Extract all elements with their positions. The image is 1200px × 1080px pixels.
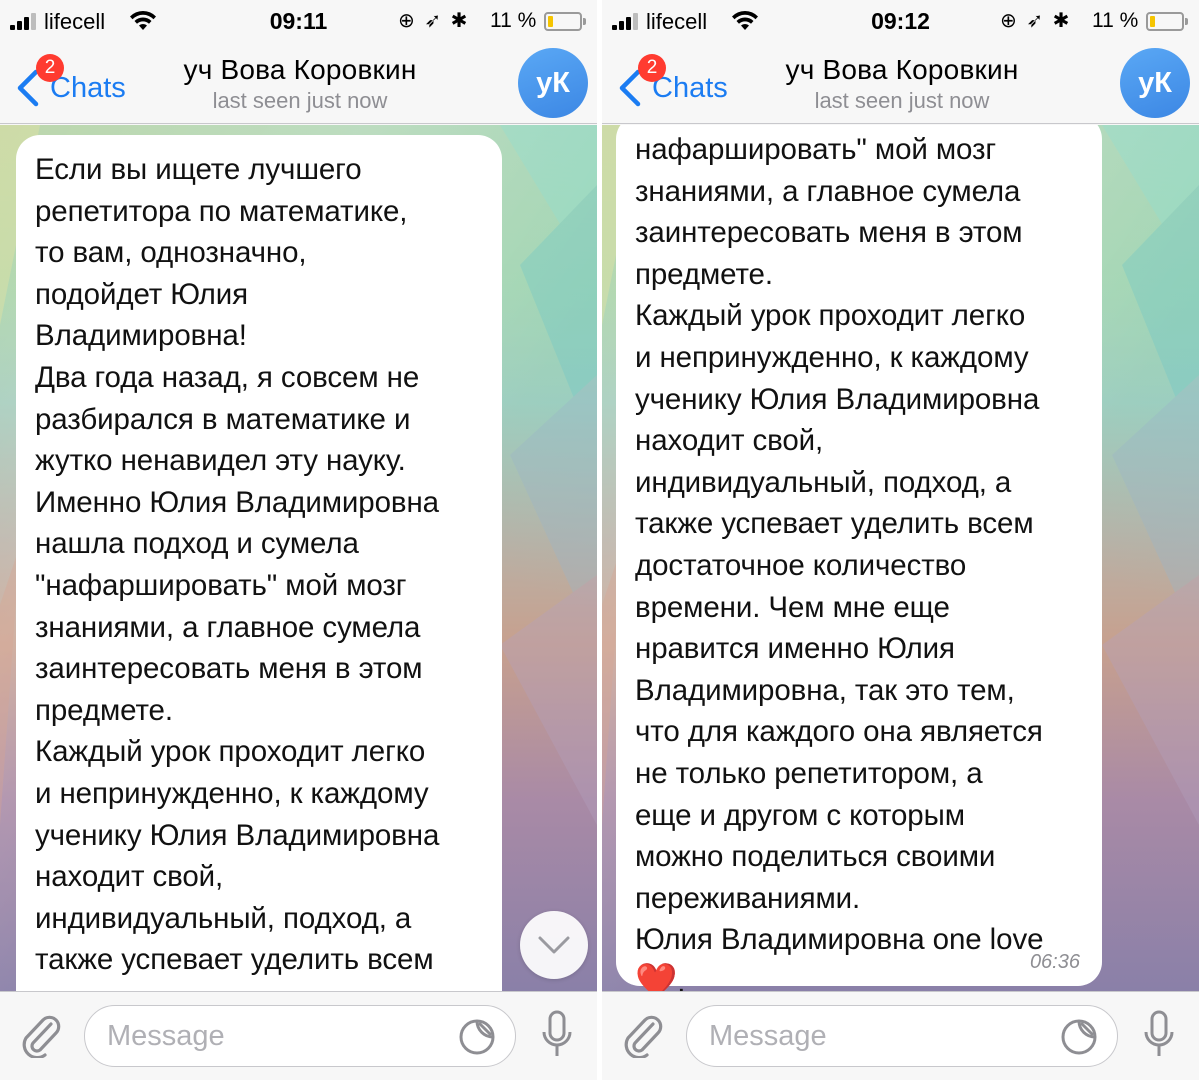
message-text: нафаршировать" мой мозг знаниями, а главн… bbox=[635, 129, 1084, 961]
message-line: не только репетитором, а bbox=[635, 756, 983, 790]
paperclip-icon[interactable] bbox=[620, 1012, 664, 1058]
message-line: знаниями, а главное сумела bbox=[635, 174, 1021, 208]
message-line: времени. Чем мне еще bbox=[635, 590, 950, 624]
last-seen-status: last seen just now bbox=[212, 88, 388, 113]
unread-badge: 2 bbox=[36, 54, 64, 82]
message-line: знаниями, а главное сумела bbox=[35, 610, 421, 644]
scroll-to-bottom-button[interactable] bbox=[520, 911, 588, 979]
message-line: нашла подход и сумела bbox=[35, 527, 359, 561]
chevron-down-icon bbox=[538, 936, 570, 954]
avatar[interactable]: уК bbox=[518, 48, 588, 118]
battery-icon bbox=[1146, 12, 1188, 31]
message-line: Каждый урок проходит легко bbox=[635, 299, 1026, 333]
screenshot-right: lifecell 09:12 ⊕ ➶ ✱ 11 % 2 Chats уч Вов… bbox=[602, 0, 1199, 1080]
message-line: то вам, однозначно, bbox=[35, 236, 307, 270]
chat-message-area[interactable]: нафаршировать" мой мозг знаниями, а главн… bbox=[602, 125, 1199, 991]
chat-message-area[interactable]: Если вы ищете лучшего репетитора по матем… bbox=[0, 125, 597, 991]
message-line: можно поделиться своими bbox=[635, 840, 996, 874]
message-line: также успевает уделить всем bbox=[35, 943, 434, 977]
message-line: Два года назад, я совсем не bbox=[35, 360, 420, 394]
message-line: находит свой, bbox=[35, 860, 224, 894]
message-line: Если вы ищете лучшего bbox=[35, 153, 362, 186]
message-line: нафаршировать" мой мозг bbox=[635, 133, 997, 166]
message-line: находит свой, bbox=[635, 424, 824, 458]
message-line: ученику Юлия Владимировна bbox=[635, 382, 1040, 416]
message-last-line: ❤️. bbox=[635, 961, 1084, 991]
message-line: Владимировна! bbox=[35, 319, 247, 353]
battery-icon bbox=[544, 12, 586, 31]
microphone-icon[interactable] bbox=[1142, 1010, 1176, 1062]
message-line: что для каждого она является bbox=[635, 715, 1043, 749]
message-line: Юлия Владимировна one love bbox=[635, 923, 1044, 957]
message-line: ученику Юлия Владимировна bbox=[35, 818, 440, 852]
unread-badge: 2 bbox=[638, 54, 666, 82]
message-line: индивидуальный, подход, а bbox=[635, 465, 1012, 499]
message-line: и непринужденно, к каждому bbox=[635, 340, 1029, 374]
message-bubble[interactable]: нафаршировать" мой мозг знаниями, а главн… bbox=[616, 125, 1102, 991]
status-bar: lifecell 09:12 ⊕ ➶ ✱ 11 % bbox=[602, 0, 1199, 44]
message-line: предмете. bbox=[635, 257, 773, 291]
back-label: Chats bbox=[652, 72, 728, 104]
message-line: Именно Юлия Владимировна bbox=[35, 485, 439, 519]
message-input[interactable] bbox=[686, 1005, 1118, 1067]
battery-percent: 11 % bbox=[490, 9, 537, 32]
paperclip-icon[interactable] bbox=[18, 1012, 62, 1058]
message-line: еще и другом с которым bbox=[635, 798, 965, 832]
message-line: Владимировна, так это тем, bbox=[635, 673, 1015, 707]
message-input[interactable] bbox=[84, 1005, 516, 1067]
message-bubble[interactable]: Если вы ищете лучшего репетитора по матем… bbox=[16, 135, 502, 991]
message-line: индивидуальный, подход, а bbox=[35, 901, 412, 935]
chat-title[interactable]: уч Вова Коровкин bbox=[752, 54, 1052, 86]
message-line: переживаниями. bbox=[635, 881, 861, 915]
message-suffix: . bbox=[677, 965, 686, 991]
message-line: репетитора по математике, bbox=[35, 194, 408, 228]
message-line: разбирался в математике и bbox=[35, 402, 411, 436]
message-line: заинтересовать меня в этом bbox=[635, 216, 1023, 250]
message-input-bar bbox=[0, 991, 597, 1080]
sticker-icon[interactable] bbox=[1060, 1018, 1098, 1056]
message-line: подойдет Юлия bbox=[35, 277, 249, 311]
message-input-bar bbox=[602, 991, 1199, 1080]
chat-title[interactable]: уч Вова Коровкин bbox=[150, 54, 450, 86]
message-line: "нафаршировать" мой мозг bbox=[35, 568, 407, 602]
avatar[interactable]: уК bbox=[1120, 48, 1190, 118]
last-seen-status: last seen just now bbox=[814, 88, 990, 113]
sticker-icon[interactable] bbox=[458, 1018, 496, 1056]
battery-percent: 11 % bbox=[1092, 9, 1139, 32]
status-indicators-icon: ⊕ ➶ ✱ bbox=[398, 10, 470, 32]
screenshot-left: lifecell 09:11 ⊕ ➶ ✱ 11 % 2 Chats уч Вов… bbox=[0, 0, 597, 1080]
message-line: достаточное количество bbox=[635, 548, 967, 582]
message-line: Каждый урок проходит легко bbox=[35, 735, 426, 769]
back-to-chats-button[interactable]: 2 Chats bbox=[612, 52, 742, 112]
status-bar: lifecell 09:11 ⊕ ➶ ✱ 11 % bbox=[0, 0, 597, 44]
back-label: Chats bbox=[50, 72, 126, 104]
message-line: также успевает уделить всем bbox=[635, 507, 1034, 541]
message-line: заинтересовать меня в этом bbox=[35, 652, 423, 686]
message-line: нравится именно Юлия bbox=[635, 632, 955, 666]
message-line: предмете. bbox=[35, 693, 173, 727]
message-line: жутко ненавидел эту науку. bbox=[35, 444, 406, 478]
status-indicators-icon: ⊕ ➶ ✱ bbox=[1000, 10, 1072, 32]
microphone-icon[interactable] bbox=[540, 1010, 574, 1062]
message-line: и непринужденно, к каждому bbox=[35, 776, 429, 810]
chat-header: 2 Chats уч Вова Коровкин last seen just … bbox=[0, 44, 597, 124]
back-to-chats-button[interactable]: 2 Chats bbox=[10, 52, 140, 112]
message-timestamp: 06:36 bbox=[1029, 951, 1080, 973]
chat-header: 2 Chats уч Вова Коровкин last seen just … bbox=[602, 44, 1199, 124]
message-text: Если вы ищете лучшего репетитора по матем… bbox=[35, 149, 484, 981]
heart-emoji: ❤️ bbox=[635, 961, 678, 991]
